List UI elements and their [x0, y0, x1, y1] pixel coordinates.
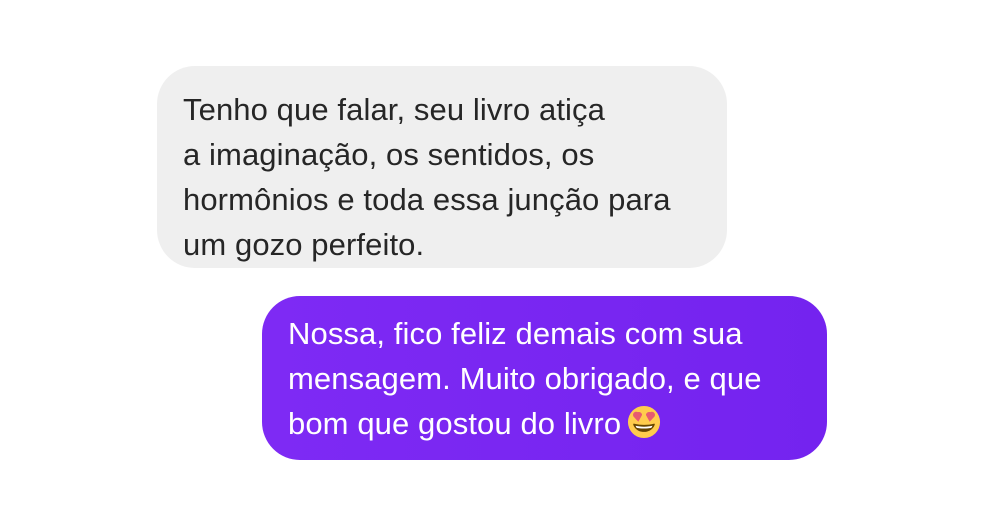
message-text-line: Nossa, fico feliz demais com sua — [288, 316, 743, 351]
message-text-line: mensagem. Muito obrigado, e que — [288, 361, 762, 396]
message-text-line: Tenho que falar, seu livro atiça — [183, 92, 605, 127]
message-text: bom que gostou do livro — [288, 406, 622, 441]
sent-message-bubble[interactable]: Nossa, fico feliz demais com sua mensage… — [262, 296, 827, 460]
message-text-line-with-emoji: bom que gostou do livro — [288, 401, 807, 446]
message-text-line: a imaginação, os sentidos, os — [183, 137, 595, 172]
received-message-bubble[interactable]: Tenho que falar, seu livro atiça a imagi… — [157, 66, 727, 268]
message-text-line: hormônios e toda essa junção para — [183, 182, 671, 217]
message-text-line: um gozo perfeito. — [183, 227, 425, 262]
chat-thread: Tenho que falar, seu livro atiça a imagi… — [0, 0, 1000, 523]
heart-eyes-emoji-icon — [628, 405, 661, 439]
